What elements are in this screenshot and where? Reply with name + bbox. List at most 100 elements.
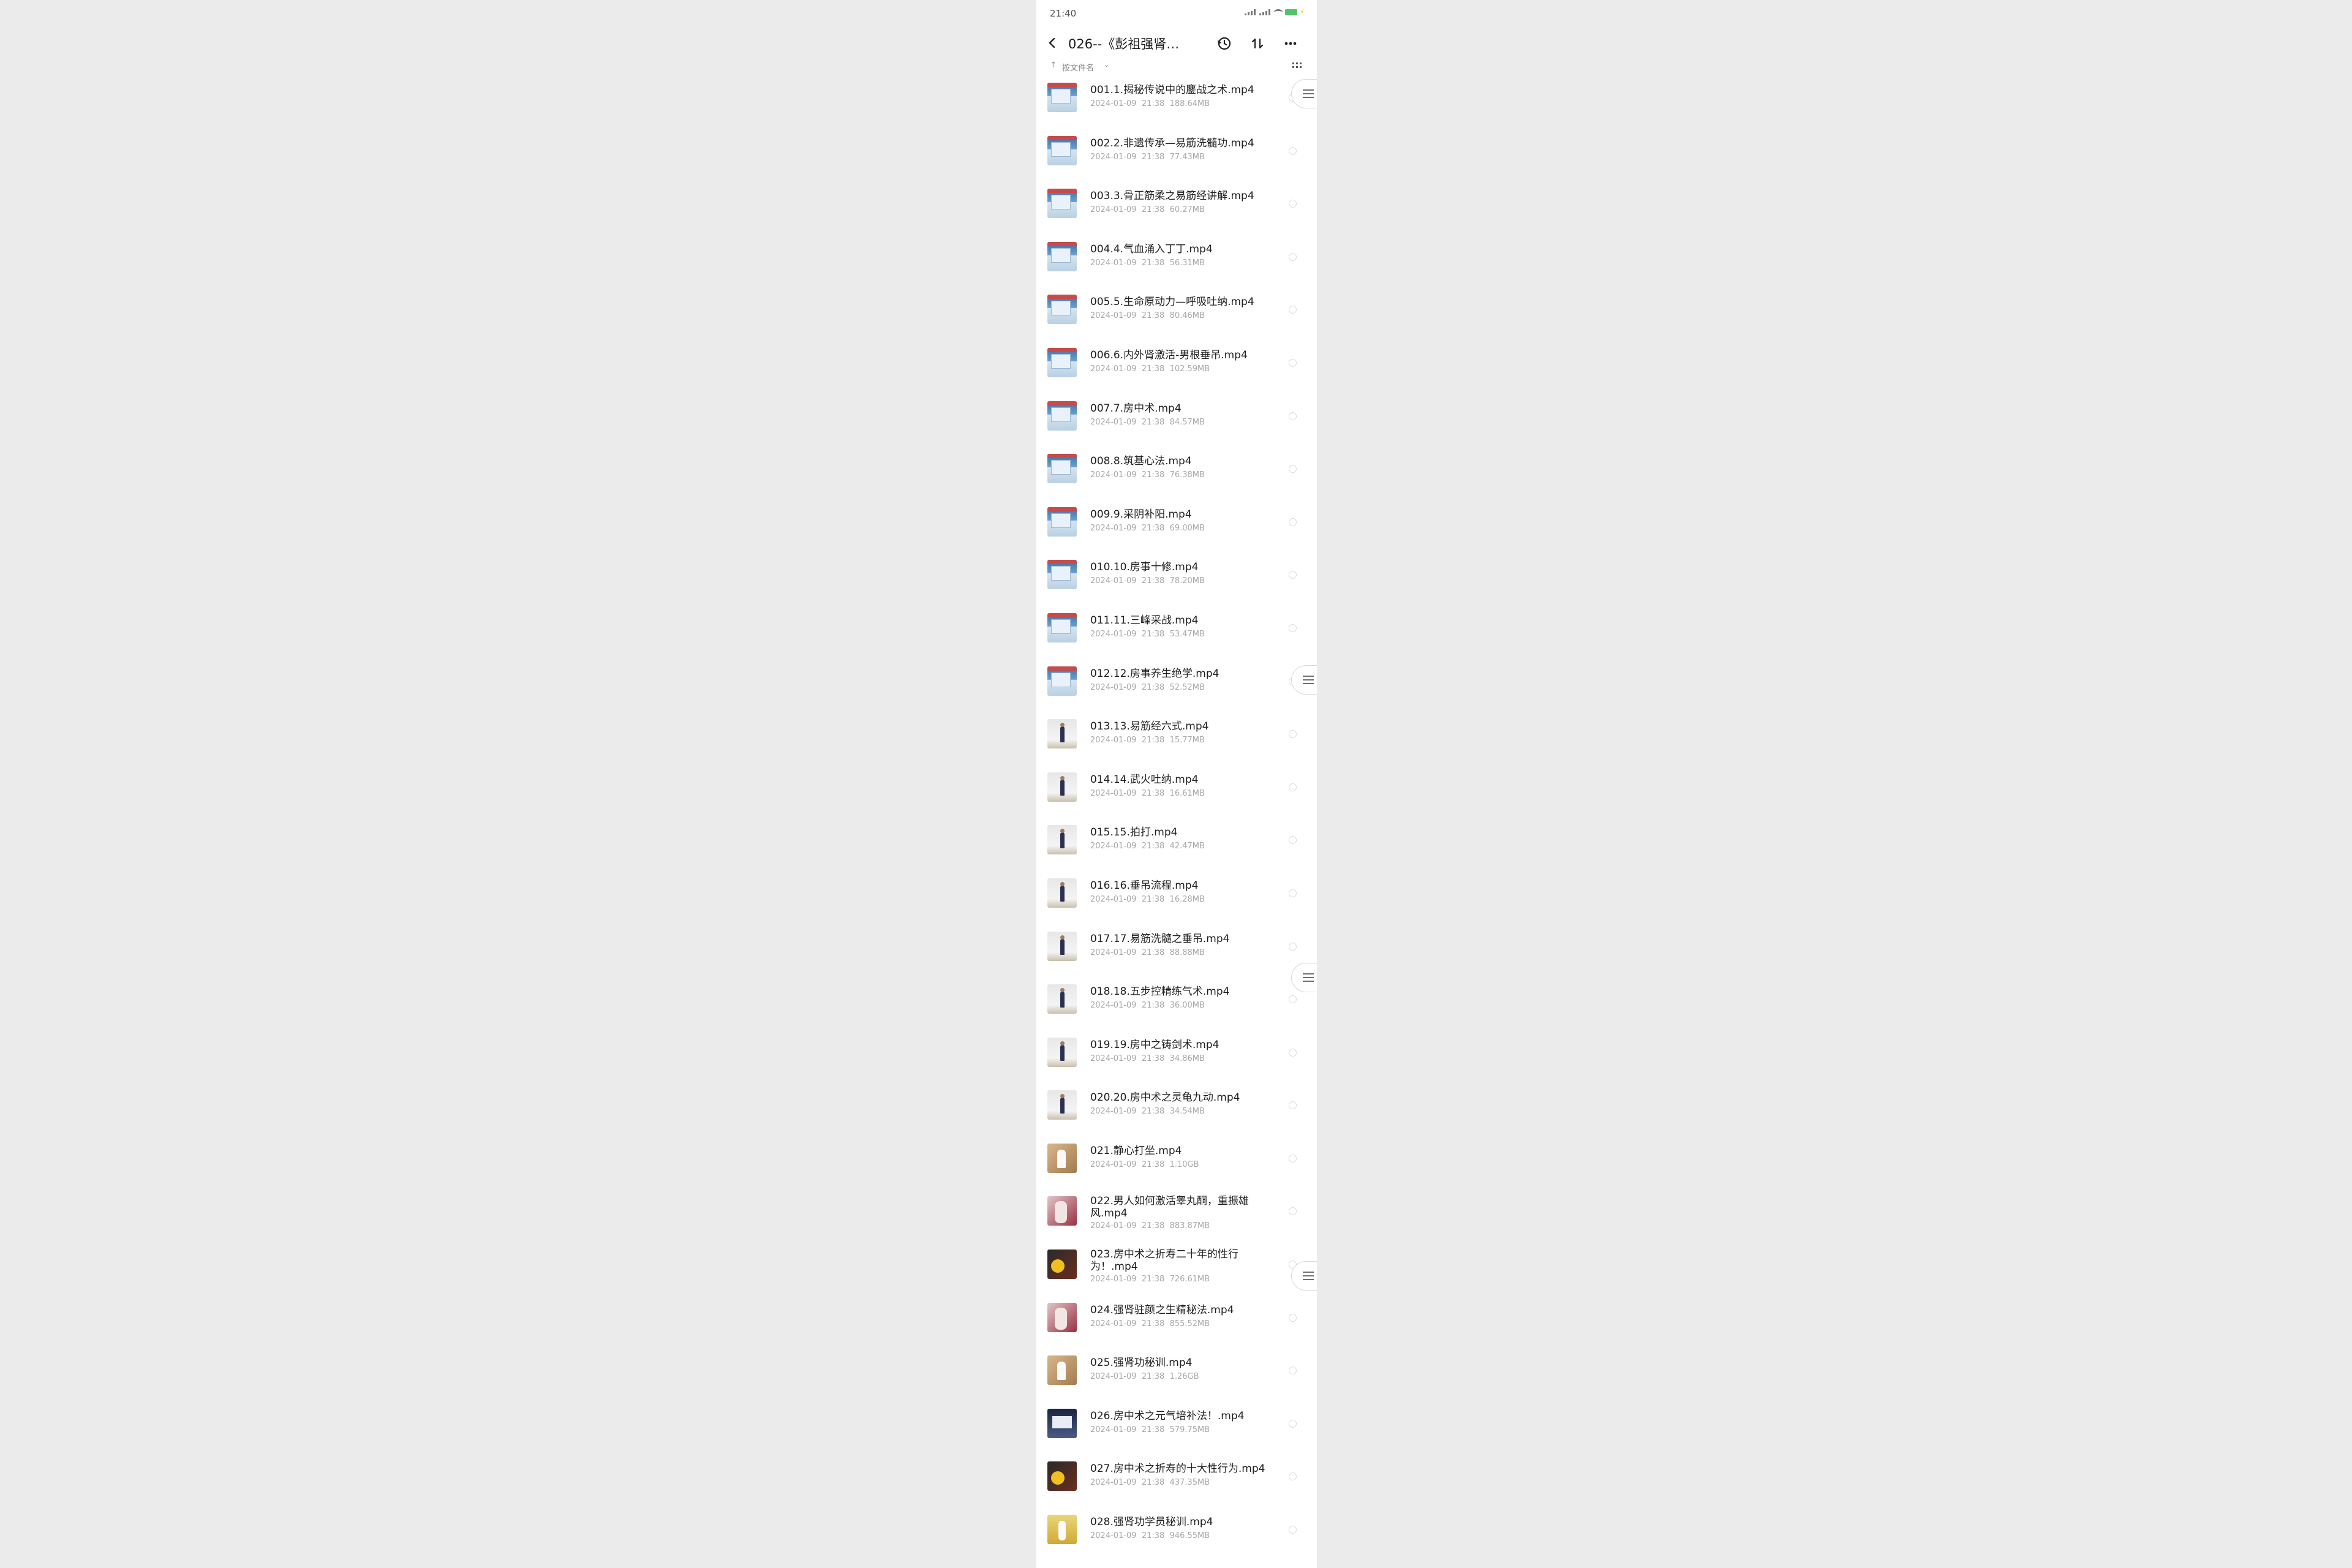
sort-button[interactable]: [1248, 34, 1267, 53]
file-row[interactable]: 005.5.生命原动力—呼吸吐纳.mp4 2024-01-09 21:38 80.…: [1036, 290, 1317, 343]
more-button[interactable]: [1281, 34, 1300, 53]
history-icon: [1218, 37, 1231, 50]
file-date: 2024-01-09: [1090, 629, 1137, 639]
file-row[interactable]: 019.19.房中之铸剑术.mp4 2024-01-09 21:38 34.86M…: [1036, 1033, 1317, 1086]
select-checkbox[interactable]: [1289, 465, 1297, 473]
select-checkbox[interactable]: [1289, 624, 1297, 632]
file-date: 2024-01-09: [1090, 894, 1137, 904]
file-size: 34.54MB: [1169, 1107, 1205, 1117]
file-row[interactable]: 004.4.气血涌入丁丁.mp4 2024-01-09 21:38 56.31MB: [1036, 237, 1317, 290]
side-menu-handle[interactable]: [1291, 963, 1317, 992]
select-checkbox[interactable]: [1289, 358, 1297, 367]
video-thumbnail: [1047, 1355, 1077, 1385]
file-row[interactable]: 024.强肾驻颜之生精秘法.mp4 2024-01-09 21:38 855.52…: [1036, 1298, 1317, 1351]
sort-direction-icon[interactable]: ↑: [1050, 61, 1057, 70]
select-checkbox[interactable]: [1289, 1101, 1297, 1110]
video-thumbnail: [1047, 1302, 1077, 1332]
file-date: 2024-01-09: [1090, 788, 1137, 798]
file-size: 77.43MB: [1169, 152, 1205, 162]
file-row[interactable]: 001.1.揭秘传说中的鏖战之术.mp4 2024-01-09 21:38 188…: [1036, 78, 1317, 131]
file-name: 014.14.武火吐纳.mp4: [1090, 773, 1199, 786]
file-name: 026.房中术之元气培补法！.mp4: [1090, 1409, 1245, 1422]
select-checkbox[interactable]: [1289, 306, 1297, 314]
select-checkbox[interactable]: [1289, 252, 1297, 261]
select-checkbox[interactable]: [1289, 1526, 1297, 1534]
video-thumbnail: [1047, 135, 1077, 165]
file-date: 2024-01-09: [1090, 576, 1137, 586]
file-meta: 2024-01-09 21:38 42.47MB: [1090, 842, 1205, 851]
file-meta: 2024-01-09 21:38 80.46MB: [1090, 311, 1205, 320]
select-checkbox[interactable]: [1289, 1313, 1297, 1322]
file-row[interactable]: 007.7.房中术.mp4 2024-01-09 21:38 84.57MB: [1036, 396, 1317, 450]
select-checkbox[interactable]: [1289, 1419, 1297, 1428]
file-meta: 2024-01-09 21:38 34.54MB: [1090, 1107, 1205, 1116]
file-row[interactable]: 012.12.房事养生绝学.mp4 2024-01-09 21:38 52.52M…: [1036, 662, 1317, 715]
file-row[interactable]: 011.11.三峰采战.mp4 2024-01-09 21:38 53.47MB: [1036, 608, 1317, 662]
video-thumbnail: [1047, 612, 1077, 643]
file-row[interactable]: 006.6.内外肾激活-男根垂吊.mp4 2024-01-09 21:38 102…: [1036, 343, 1317, 396]
file-time: 21:38: [1141, 1221, 1165, 1231]
file-row[interactable]: 021.静心打坐.mp4 2024-01-09 21:38 1.10GB: [1036, 1139, 1317, 1192]
file-row[interactable]: 015.15.拍打.mp4 2024-01-09 21:38 42.47MB: [1036, 820, 1317, 873]
file-row[interactable]: 017.17.易筋洗髓之垂吊.mp4 2024-01-09 21:38 88.88…: [1036, 927, 1317, 980]
file-row[interactable]: 023.房中术之折寿二十年的性行为！.mp4 2024-01-09 21:38 7…: [1036, 1245, 1317, 1298]
file-row[interactable]: 018.18.五步控精练气术.mp4 2024-01-09 21:38 36.00…: [1036, 979, 1317, 1033]
file-row[interactable]: 010.10.房事十修.mp4 2024-01-09 21:38 78.20MB: [1036, 555, 1317, 608]
select-checkbox[interactable]: [1289, 836, 1297, 845]
select-checkbox[interactable]: [1289, 200, 1297, 208]
file-meta: 2024-01-09 21:38 726.61MB: [1090, 1275, 1210, 1284]
status-icons: ⚡: [1245, 9, 1305, 15]
file-row[interactable]: 013.13.易筋经六式.mp4 2024-01-09 21:38 15.77MB: [1036, 714, 1317, 767]
file-time: 21:38: [1141, 417, 1165, 427]
file-row[interactable]: 028.强肾功学员秘训.mp4 2024-01-09 21:38 946.55MB: [1036, 1510, 1317, 1563]
video-thumbnail: [1047, 454, 1077, 484]
select-checkbox[interactable]: [1289, 1048, 1297, 1057]
history-button[interactable]: [1215, 34, 1234, 53]
file-size: 42.47MB: [1169, 842, 1205, 851]
file-size: 16.28MB: [1169, 894, 1205, 904]
select-checkbox[interactable]: [1289, 1154, 1297, 1163]
chevron-down-icon[interactable]: ⌄: [1104, 61, 1109, 69]
file-row[interactable]: 008.8.筑基心法.mp4 2024-01-09 21:38 76.38MB: [1036, 449, 1317, 502]
back-button[interactable]: [1045, 36, 1060, 50]
select-checkbox[interactable]: [1289, 146, 1297, 155]
file-row[interactable]: 002.2.非遗传承—易筋洗髓功.mp4 2024-01-09 21:38 77.…: [1036, 131, 1317, 184]
file-row[interactable]: 027.房中术之折寿的十大性行为.mp4 2024-01-09 21:38 437…: [1036, 1457, 1317, 1510]
side-menu-handle[interactable]: [1291, 79, 1317, 108]
select-checkbox[interactable]: [1289, 1207, 1297, 1216]
status-time: 21:40: [1050, 8, 1077, 19]
file-time: 21:38: [1141, 470, 1165, 480]
select-checkbox[interactable]: [1289, 412, 1297, 420]
side-menu-handle[interactable]: [1291, 665, 1317, 695]
file-date: 2024-01-09: [1090, 99, 1137, 108]
file-row[interactable]: 009.9.采阴补阳.mp4 2024-01-09 21:38 69.00MB: [1036, 502, 1317, 556]
select-checkbox[interactable]: [1289, 571, 1297, 579]
sort-label[interactable]: 按文件名: [1062, 61, 1094, 73]
side-menu-handle[interactable]: [1291, 1261, 1317, 1291]
file-row[interactable]: 025.强肾功秘训.mp4 2024-01-09 21:38 1.26GB: [1036, 1351, 1317, 1404]
select-checkbox[interactable]: [1289, 783, 1297, 791]
file-size: 78.20MB: [1169, 576, 1205, 586]
select-checkbox[interactable]: [1289, 1472, 1297, 1481]
file-name: 024.强肾驻颜之生精秘法.mp4: [1090, 1303, 1234, 1316]
grid-view-icon[interactable]: [1292, 62, 1302, 69]
file-row[interactable]: 003.3.骨正筋柔之易筋经讲解.mp4 2024-01-09 21:38 60.…: [1036, 184, 1317, 237]
select-checkbox[interactable]: [1289, 1366, 1297, 1375]
file-row[interactable]: 022.男人如何激活睾丸酮，重振雄风.mp4 2024-01-09 21:38 8…: [1036, 1191, 1317, 1245]
file-meta: 2024-01-09 21:38 16.61MB: [1090, 789, 1205, 798]
select-checkbox[interactable]: [1289, 889, 1297, 897]
select-checkbox[interactable]: [1289, 518, 1297, 526]
file-size: 15.77MB: [1169, 736, 1205, 745]
file-row[interactable]: 016.16.垂吊流程.mp4 2024-01-09 21:38 16.28MB: [1036, 873, 1317, 927]
file-row[interactable]: 026.房中术之元气培补法！.mp4 2024-01-09 21:38 579.7…: [1036, 1404, 1317, 1457]
select-checkbox[interactable]: [1289, 730, 1297, 739]
select-checkbox[interactable]: [1289, 995, 1297, 1004]
select-checkbox[interactable]: [1289, 942, 1297, 951]
file-row[interactable]: 014.14.武火吐纳.mp4 2024-01-09 21:38 16.61MB: [1036, 767, 1317, 821]
video-thumbnail: [1047, 1196, 1077, 1226]
video-thumbnail: [1047, 83, 1077, 112]
file-row[interactable]: 020.20.房中术之灵龟九动.mp4 2024-01-09 21:38 34.5…: [1036, 1085, 1317, 1139]
file-meta: 2024-01-09 21:38 946.55MB: [1090, 1531, 1210, 1540]
file-name: 023.房中术之折寿二十年的性行为！.mp4: [1090, 1248, 1238, 1273]
file-meta: 2024-01-09 21:38 60.27MB: [1090, 205, 1205, 214]
